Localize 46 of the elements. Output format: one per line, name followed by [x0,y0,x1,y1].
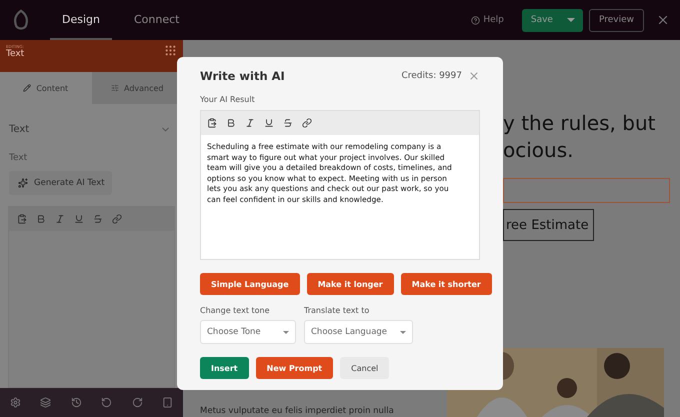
sliders-icon[interactable] [110,84,119,92]
pencil-icon[interactable] [23,84,32,92]
cancel-button[interactable]: Cancel [340,357,390,379]
close-icon[interactable] [468,70,480,82]
section-title: Text [9,124,30,135]
result-editor[interactable] [200,110,480,260]
italic-icon[interactable] [245,118,255,128]
layers-icon[interactable] [40,397,52,408]
close-icon[interactable] [656,13,670,27]
insert-button[interactable]: Insert [200,357,249,379]
rewrite-button[interactable]: Make it longer [306,273,394,295]
save-button[interactable]: Save [522,8,583,32]
help-link[interactable]: Help [471,15,504,25]
help-icon[interactable] [471,16,480,24]
redo-icon[interactable] [132,397,143,408]
settings-icon[interactable] [10,397,21,408]
strikethrough-icon[interactable] [283,118,293,128]
preview-button[interactable]: Preview [588,8,644,32]
headline: ocious. [503,137,574,164]
headline: y the rules, but [503,110,656,137]
drag-handle-icon[interactable] [164,44,177,57]
bold-icon[interactable] [226,118,236,128]
estimate-button[interactable]: ree Estimate [503,209,594,241]
element-title: Text [6,49,24,59]
prompt-button[interactable]: New Prompt [256,357,334,379]
generate-button[interactable]: Generate AI Text [9,171,112,195]
rewrite-button[interactable]: Make it shorter [400,273,492,295]
dialog-title: Write with AI [200,69,285,83]
input-field[interactable] [503,178,670,203]
language-select[interactable]: Choose Language [304,320,413,344]
link-icon[interactable] [302,118,312,128]
sparkles-icon[interactable] [18,178,28,188]
field-label: Text [8,152,28,165]
paste-icon[interactable] [207,118,217,128]
select-label: Change text tone [200,306,271,315]
credits-count: Credits: 9997 [401,71,462,81]
body-text: Metus vulputate eu felis imperdiet proin nulla [199,406,395,417]
result-label: Your AI Result [200,95,256,104]
undo-icon[interactable] [101,397,112,408]
select-label: Translate text to [304,306,370,315]
history-icon[interactable] [70,397,82,408]
tablet-icon[interactable] [162,397,174,408]
nav-tab[interactable]: Connect [122,0,192,40]
tone-select[interactable]: Choose Tone [200,320,296,344]
rewrite-button[interactable]: Simple Language [200,273,300,295]
underline-icon[interactable] [264,118,274,128]
